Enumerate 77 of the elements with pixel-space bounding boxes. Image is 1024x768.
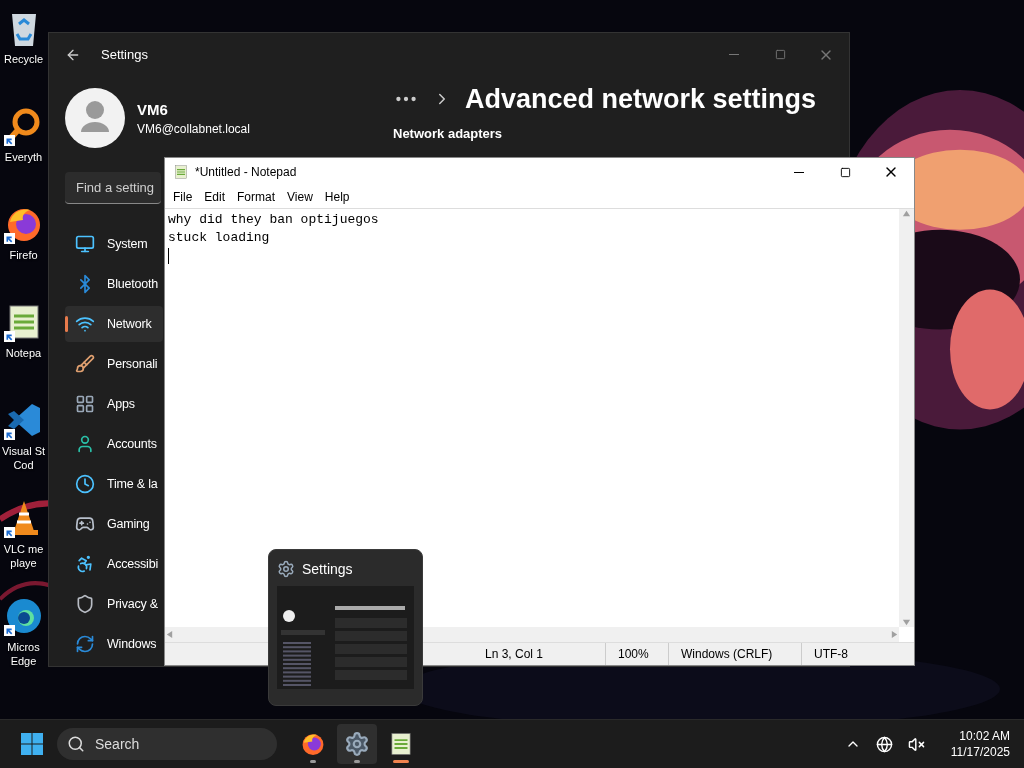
search-field[interactable]: Find a setting	[65, 172, 161, 204]
nav-item[interactable]: Windows	[65, 626, 163, 662]
notepad-icon	[388, 731, 414, 757]
nav-label: Apps	[107, 397, 135, 411]
status-text: Ln 3, Col 1	[484, 646, 545, 663]
maximize-icon	[774, 49, 786, 60]
nav-icon	[75, 394, 95, 414]
menu-item[interactable]: Format	[231, 190, 282, 204]
nav-item[interactable]: Network	[65, 306, 163, 342]
nav-item[interactable]: Gaming	[65, 506, 163, 542]
nav-icon	[75, 434, 95, 454]
firefox-icon	[300, 731, 326, 757]
nav-icon	[75, 354, 95, 374]
user-email: VM6@collabnet.local	[137, 121, 250, 136]
status-text: 100%	[605, 643, 668, 665]
window-title: Settings	[101, 47, 148, 62]
nav-label: Windows	[107, 637, 157, 651]
text-caret	[168, 248, 169, 264]
user-name: VM6	[137, 100, 169, 118]
minimize-icon	[729, 54, 739, 55]
window-title: *Untitled - Notepad	[195, 165, 297, 179]
notepad-icon	[173, 164, 189, 180]
nav-icon	[75, 594, 95, 614]
windows-logo-icon	[20, 732, 44, 756]
nav-label: Time & la	[107, 477, 158, 491]
nav-icon	[75, 474, 95, 494]
nav-icon	[75, 234, 95, 254]
nav-icon	[75, 634, 95, 654]
nav-label: Bluetooth	[107, 277, 159, 291]
text-line: why did they ban optijuegos	[168, 211, 380, 229]
nav-item[interactable]: Accessibi	[65, 546, 163, 582]
nav-icon	[75, 554, 95, 574]
search-icon	[67, 735, 85, 753]
status-text: Windows (CRLF)	[668, 643, 801, 665]
menu-item[interactable]: Edit	[198, 190, 232, 204]
menu-item[interactable]: View	[281, 190, 319, 204]
nav-item[interactable]: Privacy &	[65, 586, 163, 622]
nav-item[interactable]: Time & la	[65, 466, 163, 502]
globe-icon	[876, 735, 894, 753]
nav-label: System	[107, 237, 148, 251]
desktop-icon-label[interactable]: Firefo	[9, 248, 38, 262]
gear-icon	[344, 731, 370, 757]
nav-label: Accounts	[107, 437, 157, 451]
nav-label: Privacy &	[107, 597, 158, 611]
nav-label: Gaming	[107, 517, 150, 531]
page-title: Advanced network settings	[465, 83, 817, 116]
taskbar-search[interactable]: Search	[57, 728, 277, 760]
clock[interactable]: 10:02 AM 11/17/2025	[936, 728, 1016, 760]
desktop-icon-label[interactable]: Visual St Cod	[1, 444, 46, 472]
nav-icon	[75, 514, 95, 534]
taskbar-app-button[interactable]	[337, 724, 377, 764]
gear-icon	[277, 560, 295, 578]
nav-item[interactable]: Apps	[65, 386, 163, 422]
desktop-icon-label[interactable]: Notepa	[5, 346, 42, 360]
nav-label: Personali	[107, 357, 158, 371]
thumbnail-title: Settings	[302, 561, 353, 577]
nav-item[interactable]: Personali	[65, 346, 163, 382]
nav-label: Network	[107, 317, 152, 331]
status-text: UTF-8	[801, 643, 914, 665]
desktop-icon-label[interactable]: Micros Edge	[7, 640, 40, 668]
menu-item[interactable]: File	[167, 190, 199, 204]
nav-item[interactable]: Bluetooth	[65, 266, 163, 302]
nav-item[interactable]: System	[65, 226, 163, 262]
avatar	[65, 88, 125, 148]
desktop-icon-label[interactable]: VLC me playe	[3, 542, 44, 570]
minimize-icon	[794, 171, 804, 173]
nav-icon	[75, 314, 95, 334]
maximize-icon	[839, 166, 851, 178]
section-heading: Network adapters	[393, 126, 504, 142]
desktop-icon-label[interactable]: Recycle	[3, 52, 44, 66]
nav-label: Accessibi	[107, 557, 158, 571]
nav-item[interactable]: Accounts	[65, 426, 163, 462]
menu-item[interactable]: Help	[318, 190, 356, 204]
thumbnail-tooltip[interactable]: Settings	[268, 549, 423, 706]
desktop-icon-label[interactable]: Everyth	[4, 150, 43, 164]
speaker-muted-icon	[908, 735, 926, 753]
text-line: stuck loading	[168, 229, 271, 247]
